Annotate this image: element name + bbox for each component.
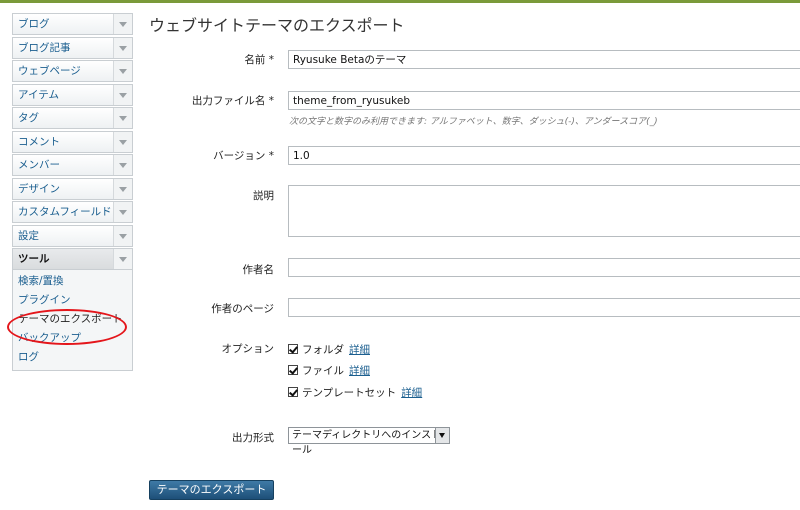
chevron-down-icon[interactable] (113, 131, 132, 152)
option-label: フォルダ (302, 343, 344, 356)
version-input[interactable] (288, 146, 800, 165)
sidebar-item-tags[interactable]: タグ (12, 107, 133, 129)
file-detail-link[interactable]: 詳細 (349, 363, 370, 378)
author-name-label: 作者名 (242, 264, 275, 276)
option-file: ファイル 詳細 (288, 363, 370, 377)
dropdown-arrow-icon[interactable] (435, 428, 449, 443)
output-format-select[interactable]: テーマディレクトリへのインストール (288, 427, 450, 456)
option-label: テンプレートセット (302, 386, 397, 399)
sidebar-item-custom-fields[interactable]: カスタムフィールド (12, 201, 133, 223)
sidebar-item-blog[interactable]: ブログ (12, 13, 133, 35)
options-label: オプション (221, 343, 275, 355)
sidebar-item-label: ブログ (18, 18, 50, 30)
name-label: 名前 * (244, 54, 274, 66)
chevron-down-icon[interactable] (113, 61, 132, 81)
sidebar-item-members[interactable]: メンバー (12, 154, 133, 176)
chevron-down-icon[interactable] (113, 249, 132, 269)
sidebar-menu: ブログ ブログ記事 ウェブページ アイテム タグ コメント メンバー デザイン … (12, 13, 133, 371)
version-label: バージョン * (213, 150, 274, 162)
sidebar-item-design[interactable]: デザイン (12, 177, 133, 200)
chevron-down-icon[interactable] (113, 84, 132, 105)
chevron-down-icon[interactable] (113, 37, 132, 58)
chevron-down-icon[interactable] (113, 14, 132, 34)
tools-submenu: 検索/置換 プラグイン テーマのエクスポート バックアップ ログ (12, 270, 133, 371)
sidebar-item-tools[interactable]: ツール (12, 248, 133, 270)
sidebar-item-webpages[interactable]: ウェブページ (12, 60, 133, 82)
sidebar-item-assets[interactable]: アイテム (12, 83, 133, 106)
chevron-down-icon[interactable] (113, 108, 132, 128)
page-title: ウェブサイトテーマのエクスポート (149, 16, 405, 35)
author-page-label: 作者のページ (211, 303, 274, 315)
sidebar-item-comments[interactable]: コメント (12, 130, 133, 153)
submenu-item-search-replace[interactable]: 検索/置換 (13, 272, 132, 291)
sidebar-item-entries[interactable]: ブログ記事 (12, 36, 133, 59)
sidebar-item-label: ウェブページ (18, 65, 81, 77)
output-file-label: 出力ファイル名 * (191, 95, 274, 107)
submenu-item-plugins[interactable]: プラグイン (13, 291, 132, 310)
output-format-label: 出力形式 (232, 432, 274, 444)
submenu-item-export-theme[interactable]: テーマのエクスポート (13, 310, 132, 329)
chevron-down-icon[interactable] (113, 178, 132, 199)
chevron-down-icon[interactable] (113, 202, 132, 222)
sidebar-item-label: メンバー (18, 159, 60, 171)
sidebar-item-label: デザイン (18, 182, 60, 195)
output-file-hint: 次の文字と数字のみ利用できます: アルファベット、数字、ダッシュ(-)、アンダー… (289, 117, 658, 127)
theme-name-input[interactable] (288, 50, 800, 69)
chevron-down-icon[interactable] (113, 155, 132, 175)
template-set-detail-link[interactable]: 詳細 (401, 385, 422, 400)
author-page-input[interactable] (288, 298, 800, 317)
top-accent-bar (0, 0, 800, 3)
output-file-input[interactable] (288, 91, 800, 110)
chevron-down-icon[interactable] (113, 225, 132, 246)
export-theme-button[interactable]: テーマのエクスポート (149, 480, 274, 500)
sidebar-item-label: タグ (18, 112, 39, 124)
author-name-input[interactable] (288, 258, 800, 277)
submenu-item-backup[interactable]: バックアップ (13, 329, 132, 348)
sidebar-item-label: コメント (18, 135, 60, 148)
output-format-value: テーマディレクトリへのインストール (292, 430, 442, 456)
option-folder: フォルダ 詳細 (288, 342, 370, 356)
sidebar-item-label: アイテム (18, 88, 59, 101)
sidebar-item-settings[interactable]: 設定 (12, 224, 133, 247)
description-textarea[interactable] (288, 185, 800, 237)
option-template-set: テンプレートセット 詳細 (288, 385, 422, 399)
submenu-item-log[interactable]: ログ (13, 348, 132, 367)
sidebar-item-label: ツール (18, 253, 50, 265)
option-label: ファイル (302, 364, 344, 377)
description-label: 説明 (253, 190, 274, 202)
sidebar-item-label: ブログ記事 (18, 41, 71, 54)
sidebar-item-label: 設定 (18, 229, 39, 242)
file-checkbox[interactable] (288, 365, 298, 375)
folder-detail-link[interactable]: 詳細 (349, 342, 370, 357)
sidebar-item-label: カスタムフィールド (18, 206, 112, 218)
template-set-checkbox[interactable] (288, 387, 298, 397)
folder-checkbox[interactable] (288, 344, 298, 354)
